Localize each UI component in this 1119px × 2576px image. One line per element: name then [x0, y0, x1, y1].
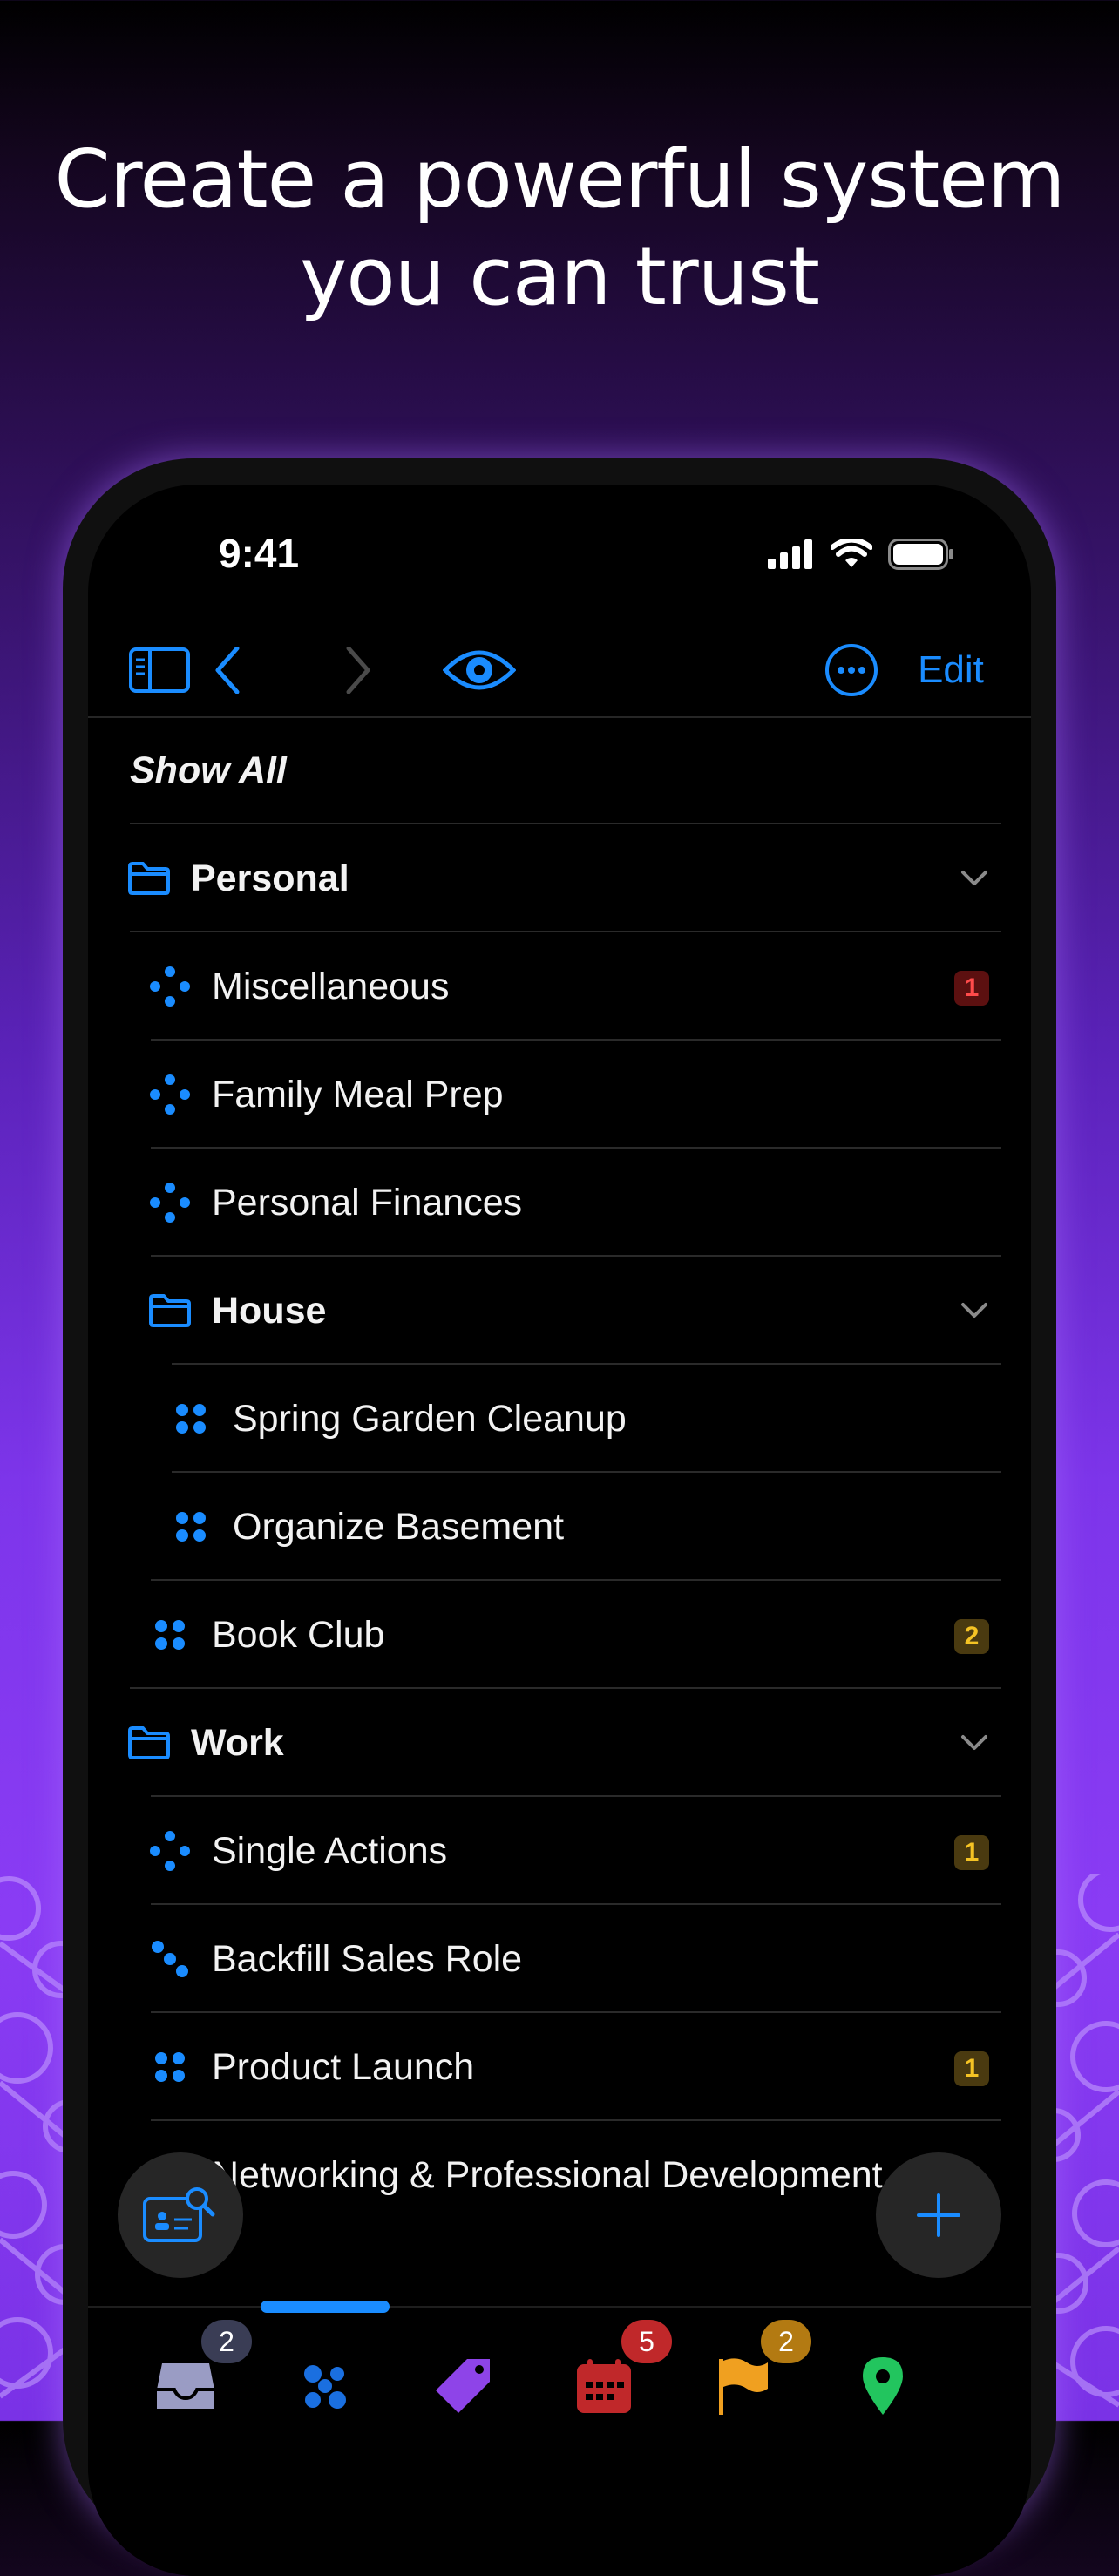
row-label: Organize Basement [233, 1506, 565, 1548]
single-actions-icon [146, 962, 194, 1011]
project-row-book-club[interactable]: Book Club 2 [88, 1581, 1031, 1689]
projects-icon [304, 2365, 346, 2409]
remaining-count-badge: 2 [954, 1619, 989, 1654]
tab-projects[interactable] [273, 2334, 377, 2438]
folder-icon [146, 1286, 194, 1335]
perspective-search-icon [143, 2187, 215, 2242]
status-time: 9:41 [219, 531, 300, 576]
parallel-project-icon [146, 1610, 194, 1659]
headline-line-2: you can trust [299, 230, 820, 323]
project-row-family-meal-prep[interactable]: Family Meal Prep [88, 1041, 1031, 1149]
sequential-project-icon [146, 1935, 194, 1983]
cellular-signal-icon [768, 539, 812, 569]
status-icons [766, 539, 954, 570]
project-row-spring-garden-cleanup[interactable]: Spring Garden Cleanup [88, 1365, 1031, 1473]
tag-icon [436, 2359, 490, 2413]
sidebar-toggle-button[interactable] [128, 624, 191, 716]
more-options-button[interactable] [817, 624, 886, 716]
add-item-button[interactable] [876, 2152, 1001, 2278]
chevron-down-icon[interactable] [960, 863, 989, 892]
single-actions-icon [146, 1827, 194, 1875]
chevron-right-icon [346, 647, 370, 694]
tab-bar: 2 5 2 [88, 2301, 1031, 2576]
folder-icon [125, 854, 173, 903]
single-actions-icon [146, 1178, 194, 1227]
remaining-count-badge: 1 [954, 971, 989, 1006]
ellipsis-circle-icon [825, 644, 878, 696]
project-row-single-actions[interactable]: Single Actions 1 [88, 1797, 1031, 1905]
remaining-count-badge: 1 [954, 2051, 989, 2086]
inbox-icon [157, 2363, 214, 2409]
headline-line-1: Create a powerful system [54, 132, 1065, 226]
row-label: Backfill Sales Role [212, 1938, 523, 1980]
back-button[interactable] [193, 624, 262, 716]
row-label: Spring Garden Cleanup [233, 1398, 627, 1440]
marketing-headline: Create a powerful system you can trust [0, 131, 1119, 326]
row-label: Work [191, 1722, 284, 1764]
inbox-count-badge: 2 [201, 2320, 252, 2363]
eye-icon [443, 650, 516, 690]
edit-button[interactable]: Edit [907, 624, 994, 716]
tab-nearby[interactable] [831, 2334, 935, 2438]
tab-tags[interactable] [412, 2334, 517, 2438]
app-screen: 9:41 Edit Show All Personal Miscellaneou… [88, 485, 1031, 2576]
row-label: Personal Finances [212, 1182, 523, 1224]
row-label: Family Meal Prep [212, 1074, 504, 1115]
row-label: Miscellaneous [212, 966, 450, 1007]
show-all-row[interactable]: Show All [88, 716, 1031, 824]
battery-icon [888, 539, 953, 570]
flagged-count-badge: 2 [761, 2320, 811, 2363]
chevron-down-icon[interactable] [960, 1295, 989, 1325]
wifi-icon [831, 539, 872, 567]
row-label: House [212, 1290, 327, 1332]
plus-icon [917, 2193, 960, 2237]
navigation-toolbar: Edit [88, 624, 1031, 718]
parallel-project-icon [166, 1502, 215, 1551]
calendar-icon [577, 2359, 631, 2413]
perspective-search-button[interactable] [118, 2152, 243, 2278]
folder-row-work[interactable]: Work [88, 1689, 1031, 1797]
forward-button[interactable] [323, 624, 393, 716]
row-label: Product Launch [212, 2046, 475, 2088]
view-options-button[interactable] [440, 624, 519, 716]
row-label: Personal [191, 858, 349, 899]
single-actions-icon [146, 1070, 194, 1119]
project-row-backfill-sales-role[interactable]: Backfill Sales Role [88, 1905, 1031, 2013]
parallel-project-icon [146, 2043, 194, 2091]
show-all-label: Show All [130, 749, 287, 791]
project-row-miscellaneous[interactable]: Miscellaneous 1 [88, 932, 1031, 1041]
remaining-count-badge: 1 [954, 1835, 989, 1870]
status-bar: 9:41 [88, 485, 1031, 624]
project-row-personal-finances[interactable]: Personal Finances [88, 1149, 1031, 1257]
chevron-down-icon[interactable] [960, 1727, 989, 1757]
row-label: Networking & Professional Development [212, 2154, 883, 2196]
location-pin-icon [863, 2357, 903, 2415]
folder-icon [125, 1718, 173, 1767]
project-row-product-launch[interactable]: Product Launch 1 [88, 2013, 1031, 2121]
project-row-organize-basement[interactable]: Organize Basement [88, 1473, 1031, 1581]
forecast-count-badge: 5 [621, 2320, 672, 2363]
selected-tab-indicator [261, 2301, 390, 2313]
folder-row-house[interactable]: House [88, 1257, 1031, 1365]
row-label: Single Actions [212, 1830, 448, 1872]
folder-row-personal[interactable]: Personal [88, 824, 1031, 932]
row-label: Book Club [212, 1614, 385, 1656]
sidebar-icon [129, 647, 190, 693]
flag-icon [719, 2358, 768, 2415]
parallel-project-icon [166, 1394, 215, 1443]
chevron-left-icon [215, 647, 240, 694]
